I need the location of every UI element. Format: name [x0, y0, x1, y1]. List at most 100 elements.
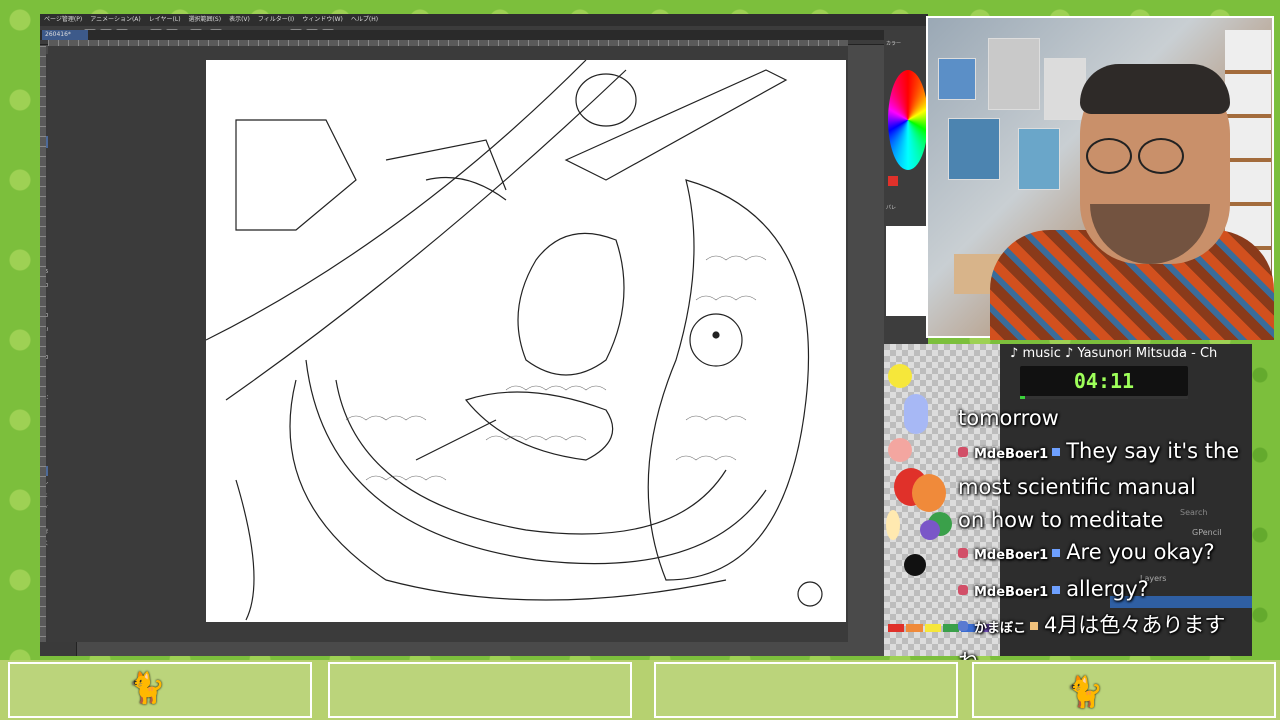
pixel-cat-icon: 🐈 — [1066, 675, 1104, 710]
timer-progress-bar — [1020, 396, 1188, 399]
color-swatch[interactable] — [904, 554, 926, 576]
chat-line: かまぼこ 4月は色々あります — [958, 609, 1258, 646]
ruler-vertical — [40, 46, 46, 642]
serpent-coil — [305, 359, 767, 565]
overlay-slot: 🐈 — [972, 662, 1276, 718]
chat-message: tomorrow — [958, 406, 1059, 430]
color-wheel[interactable] — [888, 70, 928, 170]
chat-message: allergy? — [1066, 576, 1149, 601]
overlay-slot — [328, 662, 632, 718]
scale-texture — [485, 435, 587, 441]
overlay-slot: 🐈 — [8, 662, 312, 718]
wall-poster — [948, 118, 1000, 180]
chat-message: They say it's the — [1066, 438, 1240, 463]
chat-overlay: tomorrow MdeBoer1 They say it's the most … — [958, 402, 1258, 678]
figure-board — [464, 391, 614, 461]
overlay-slot — [654, 662, 958, 718]
sketch-head — [575, 73, 637, 127]
serpent-eye — [689, 313, 743, 367]
strip-swatch[interactable] — [924, 624, 941, 632]
scale-texture — [505, 385, 607, 391]
color-swatch[interactable] — [904, 394, 928, 434]
user-badge-icon — [958, 584, 968, 595]
chat-username: かまぼこ — [974, 621, 1027, 636]
strip-swatch[interactable] — [942, 624, 960, 632]
chat-line: MdeBoer1 They say it's the — [958, 435, 1258, 472]
document-tab[interactable]: 260416* — [42, 30, 88, 40]
menu-animation[interactable]: アニメーション(A) — [90, 14, 141, 26]
color-swatch[interactable] — [888, 438, 912, 462]
music-track: Yasunori Mitsuda - Ch — [1077, 346, 1218, 361]
wall-poster — [938, 58, 976, 100]
document-tab-bar: 260416* — [40, 30, 888, 40]
subscriber-icon — [1052, 549, 1061, 557]
serpent-head — [647, 179, 810, 581]
chat-line: tomorrow — [958, 402, 1258, 435]
scale-texture — [345, 415, 427, 421]
glasses-right — [1138, 138, 1184, 174]
main-color-swatch[interactable] — [888, 176, 898, 186]
menu-page[interactable]: ページ管理(P) — [44, 14, 82, 26]
menu-view[interactable]: 表示(V) — [229, 14, 250, 26]
drawing-canvas[interactable] — [205, 59, 846, 622]
pixel-cat-icon: 🐈 — [128, 671, 166, 706]
sketch-drawing — [205, 59, 823, 621]
signature-mark — [797, 581, 823, 607]
menu-filter[interactable]: フィルター(I) — [258, 14, 294, 26]
navigator-thumbnail[interactable] — [886, 226, 926, 316]
sketch-line — [205, 59, 587, 341]
timer-progress-fill — [1020, 396, 1026, 399]
serpent-pupil — [712, 331, 720, 339]
sketch-line — [235, 479, 255, 621]
wall-poster — [1018, 128, 1060, 190]
color-swatch[interactable] — [888, 364, 912, 388]
chat-username: MdeBoer1 — [974, 548, 1049, 563]
chat-line: on how to meditate — [958, 504, 1258, 537]
menu-layer[interactable]: レイヤー(L) — [149, 14, 181, 26]
strip-swatch[interactable] — [888, 624, 905, 632]
subscriber-icon — [1052, 585, 1061, 594]
wall-poster — [988, 38, 1040, 110]
chat-line: MdeBoer1 allergy? — [958, 573, 1258, 610]
beard — [1090, 204, 1210, 264]
scale-texture — [365, 475, 447, 481]
streamer-hair — [1080, 64, 1230, 114]
menu-window[interactable]: ウィンドウ(W) — [302, 14, 343, 26]
menu-bar: ページ管理(P) アニメーション(A) レイヤー(L) 選択範囲(S) 表示(V… — [40, 14, 928, 26]
chat-line: most scientific manual — [958, 471, 1258, 504]
emote-icon — [1030, 622, 1039, 630]
sketch-line — [235, 119, 357, 231]
color-swatch[interactable] — [886, 510, 900, 540]
user-badge-icon — [958, 621, 968, 631]
chat-username: MdeBoer1 — [974, 584, 1049, 600]
user-badge-icon — [958, 548, 968, 558]
user-badge-icon — [958, 446, 968, 457]
figure-body — [517, 232, 625, 376]
sketch-line — [425, 176, 507, 201]
menu-help[interactable]: ヘルプ(H) — [351, 14, 378, 26]
glasses-left — [1086, 138, 1132, 174]
streamer-face — [1080, 64, 1230, 264]
music-icon: ♪ — [1010, 346, 1023, 361]
stream-timer: 04:11 — [1020, 366, 1188, 396]
chat-line: MdeBoer1 Are you okay? — [958, 536, 1258, 573]
chat-username: MdeBoer1 — [974, 446, 1049, 462]
menu-selection[interactable]: 選択範囲(S) — [189, 14, 222, 26]
strip-swatch[interactable] — [906, 624, 923, 632]
scale-texture — [685, 415, 747, 421]
scale-texture — [695, 295, 757, 301]
sketch-line — [385, 139, 507, 191]
wall-poster — [1044, 58, 1086, 120]
panel-label: カラー — [886, 41, 902, 47]
scale-texture — [675, 455, 737, 461]
chat-message: Are you okay? — [1066, 540, 1215, 564]
color-swatch[interactable] — [912, 474, 946, 512]
scale-texture — [705, 255, 767, 261]
chat-message: on how to meditate — [958, 507, 1164, 532]
color-swatch[interactable] — [920, 520, 940, 540]
chat-message: 4月は色々あります — [1044, 613, 1226, 637]
chat-message: most scientific manual — [958, 475, 1196, 499]
sketch-line — [415, 419, 497, 461]
panel-label: パレ — [886, 205, 897, 211]
subscriber-icon — [1052, 447, 1061, 456]
